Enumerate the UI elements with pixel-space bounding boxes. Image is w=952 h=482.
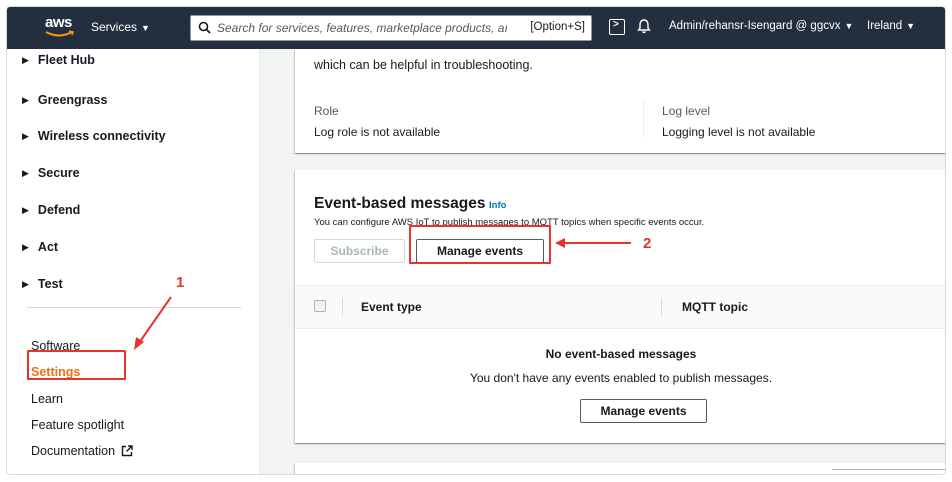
annotation-arrows (134, 238, 631, 350)
annotation-arrow-1 (134, 296, 172, 350)
annotation-arrow-2 (555, 238, 631, 248)
screenshot-frame: aws Services▼ [Option+S] > Admin/rehansr… (6, 6, 946, 475)
